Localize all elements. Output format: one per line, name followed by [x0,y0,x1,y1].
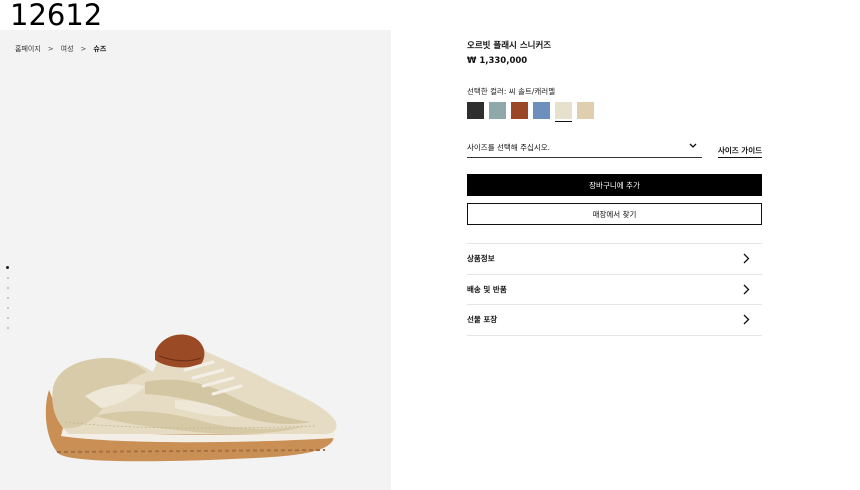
product-price: ₩ 1,330,000 [467,56,528,66]
breadcrumb-home[interactable]: 홈페이지 [15,44,41,54]
breadcrumb-separator: > [80,45,87,53]
find-in-store-button[interactable]: 매장에서 찾기 [467,203,762,225]
chevron-right-icon [743,253,750,264]
gallery-pagination [6,266,9,329]
color-swatch-sea-salt-caramel[interactable] [555,102,572,122]
size-select[interactable]: 사이즈를 선택해 주십시오. [467,140,702,158]
product-details: 오르빗 플래시 스니커즈 ₩ 1,330,000 선택한 컬러: 씨 솔트/캐러… [467,40,762,336]
item-code: 12612 [10,0,103,32]
product-name: 오르빗 플래시 스니커즈 [467,41,552,51]
product-page: 12612 홈페이지 > 여성 > 슈즈 오르빗 플래시 스니커즈 ₩ 1,33… [0,0,860,490]
color-swatch-sand[interactable] [577,102,594,119]
product-image-sneaker [45,334,337,462]
accordion-gift-wrapping[interactable]: 선물 포장 [467,305,762,336]
add-to-cart-button[interactable]: 장바구니에 추가 [467,174,762,196]
gallery-dot[interactable] [6,277,9,279]
accordion-shipping-returns[interactable]: 배송 및 반품 [467,275,762,305]
color-swatch-black[interactable] [467,102,484,119]
color-swatch-denim-blue[interactable] [533,102,550,119]
gallery-dot[interactable] [6,266,9,269]
product-accordion: 상품정보 배송 및 반품 선물 포장 [467,243,762,336]
size-select-placeholder: 사이즈를 선택해 주십시오. [467,143,551,152]
breadcrumb-shoes[interactable]: 슈즈 [93,44,106,54]
color-swatches [467,102,762,122]
accordion-label: 상품정보 [467,254,495,264]
color-swatch-rust[interactable] [511,102,528,119]
breadcrumb-separator: > [47,45,54,53]
color-swatch-sage-blue[interactable] [489,102,506,119]
gallery-dot[interactable] [6,327,9,329]
gallery-dot[interactable] [6,317,9,319]
selected-color-label: 선택한 컬러: 씨 솔트/캐러멜 [467,87,556,96]
accordion-product-info[interactable]: 상품정보 [467,244,762,275]
product-gallery[interactable]: 홈페이지 > 여성 > 슈즈 [0,30,391,490]
chevron-right-icon [743,284,750,295]
breadcrumb-women[interactable]: 여성 [61,44,74,54]
accordion-label: 선물 포장 [467,315,498,325]
size-guide-link[interactable]: 사이즈 가이드 [717,145,762,158]
gallery-dot[interactable] [6,297,9,299]
gallery-dot[interactable] [6,307,9,309]
breadcrumb: 홈페이지 > 여성 > 슈즈 [15,44,106,54]
gallery-dot[interactable] [6,287,9,289]
chevron-down-icon [689,143,697,152]
chevron-right-icon [743,314,750,325]
size-row: 사이즈를 선택해 주십시오. 사이즈 가이드 [467,140,762,158]
accordion-label: 배송 및 반품 [467,284,507,294]
